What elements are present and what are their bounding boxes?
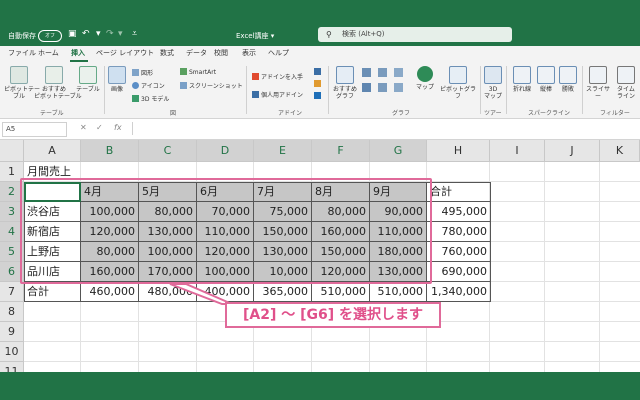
callout-pointer — [169, 283, 233, 305]
status-bar — [0, 372, 640, 400]
annotation-callout: [A2] ～ [G6] を選択します — [225, 302, 441, 328]
